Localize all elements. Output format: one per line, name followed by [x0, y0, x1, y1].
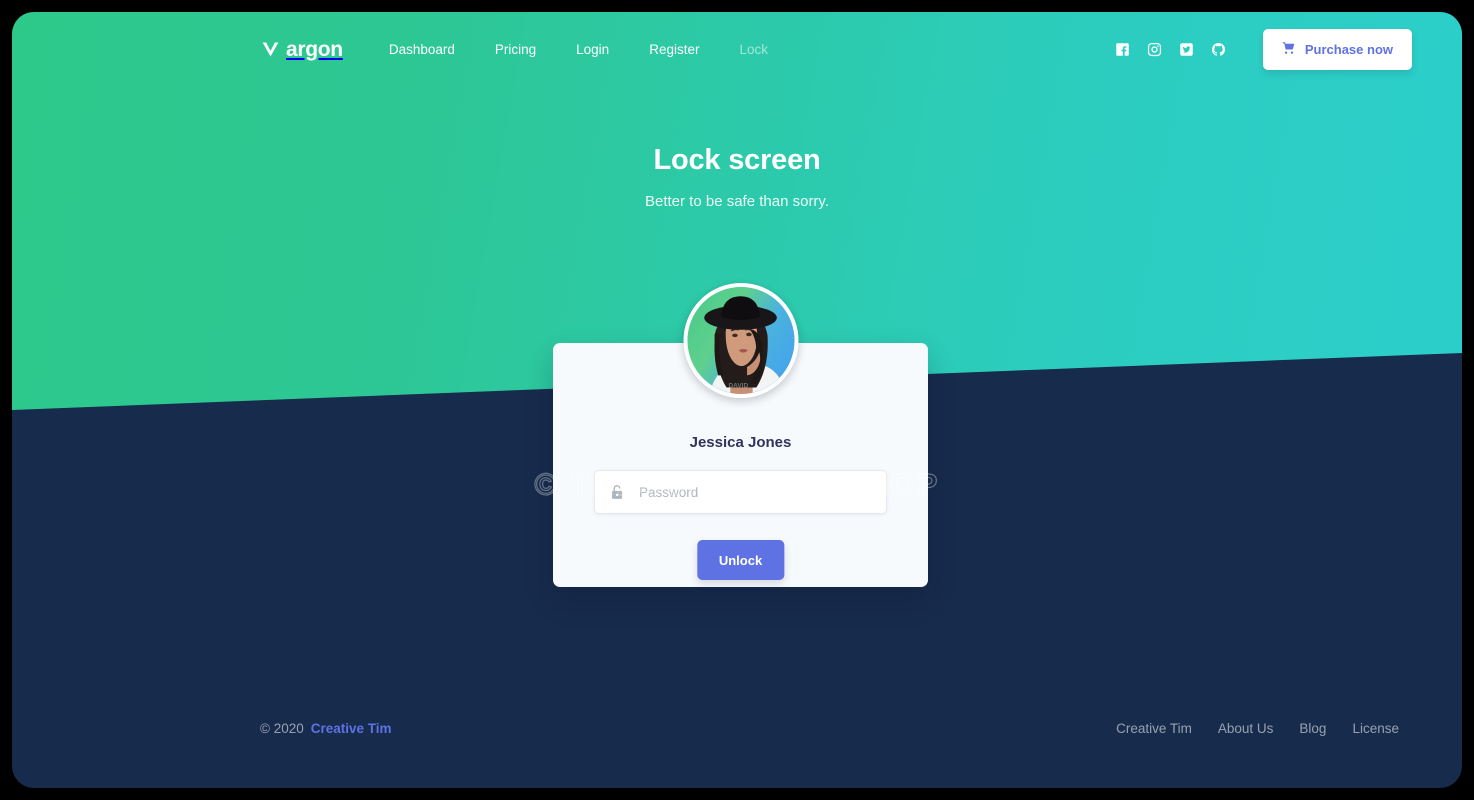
nav-link-dashboard[interactable]: Dashboard	[369, 34, 475, 65]
browser-frame: argon Dashboard Pricing Login Register L…	[12, 12, 1462, 788]
navbar-right: Purchase now	[1107, 28, 1412, 70]
page-subtitle: Better to be safe than sorry.	[645, 193, 829, 210]
github-icon[interactable]	[1203, 33, 1235, 65]
copyright-year: © 2020	[260, 720, 304, 736]
profile-name: Jessica Jones	[689, 434, 792, 451]
nav-link-register[interactable]: Register	[629, 34, 719, 65]
avatar: DAVID	[683, 283, 798, 398]
brand-name: argon	[286, 37, 343, 61]
footer-links: Creative Tim About Us Blog License	[1103, 715, 1412, 742]
brand-logo[interactable]: argon	[260, 39, 343, 60]
nav-link-lock[interactable]: Lock	[719, 34, 788, 65]
purchase-now-button[interactable]: Purchase now	[1262, 28, 1412, 70]
password-input[interactable]	[639, 484, 886, 500]
main-navbar: argon Dashboard Pricing Login Register L…	[12, 12, 1462, 86]
footer-link-license[interactable]: License	[1339, 715, 1412, 742]
unlock-button[interactable]: Unlock	[696, 540, 785, 580]
facebook-icon[interactable]	[1107, 33, 1139, 65]
footer-link-blog[interactable]: Blog	[1286, 715, 1339, 742]
svg-text:DAVID: DAVID	[728, 382, 748, 389]
nav-links: Dashboard Pricing Login Register Lock	[369, 34, 788, 65]
password-field-group	[594, 470, 887, 514]
copyright-link[interactable]: Creative Tim	[311, 721, 392, 736]
purchase-now-label: Purchase now	[1304, 41, 1393, 57]
nav-link-login[interactable]: Login	[556, 34, 629, 65]
nav-link-pricing[interactable]: Pricing	[475, 34, 556, 65]
shopping-cart-icon	[1282, 41, 1296, 58]
argon-v-logo-icon	[260, 39, 281, 60]
lock-card: DAVID Jessica Jones Unlock	[553, 283, 928, 587]
instagram-icon[interactable]	[1139, 33, 1171, 65]
twitter-icon[interactable]	[1171, 33, 1203, 65]
unlock-icon	[595, 484, 639, 500]
page-footer: © 2020 Creative Tim Creative Tim About U…	[12, 668, 1462, 788]
page-title: Lock screen	[653, 144, 821, 176]
copyright: © 2020 Creative Tim	[260, 721, 392, 736]
footer-link-creative-tim[interactable]: Creative Tim	[1103, 715, 1205, 742]
footer-link-about-us[interactable]: About Us	[1205, 715, 1287, 742]
